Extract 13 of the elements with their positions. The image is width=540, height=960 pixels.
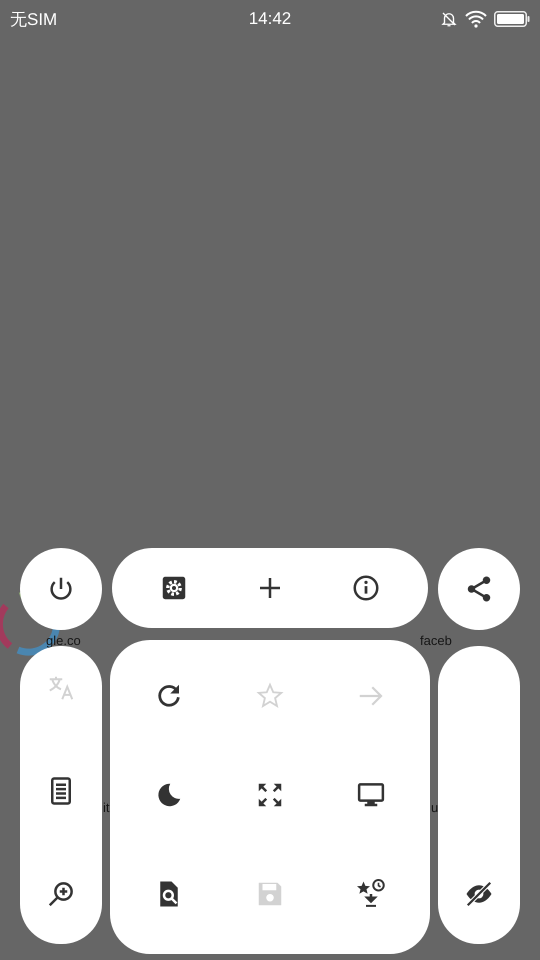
carrier-label: 无SIM xyxy=(10,8,58,30)
star-icon xyxy=(254,680,285,711)
shortcut-label: faceb xyxy=(420,633,452,648)
zoom-in-icon xyxy=(46,879,76,909)
wifi-icon xyxy=(464,10,488,28)
star-history-download-icon xyxy=(356,879,386,910)
info-icon xyxy=(351,573,381,603)
bell-off-icon xyxy=(440,10,458,28)
shortcut-label: u xyxy=(431,800,438,815)
battery-icon xyxy=(494,11,530,27)
clock: 14:42 xyxy=(248,9,292,29)
eye-slash-icon xyxy=(464,879,494,909)
shortcut-label: it xyxy=(103,800,110,815)
